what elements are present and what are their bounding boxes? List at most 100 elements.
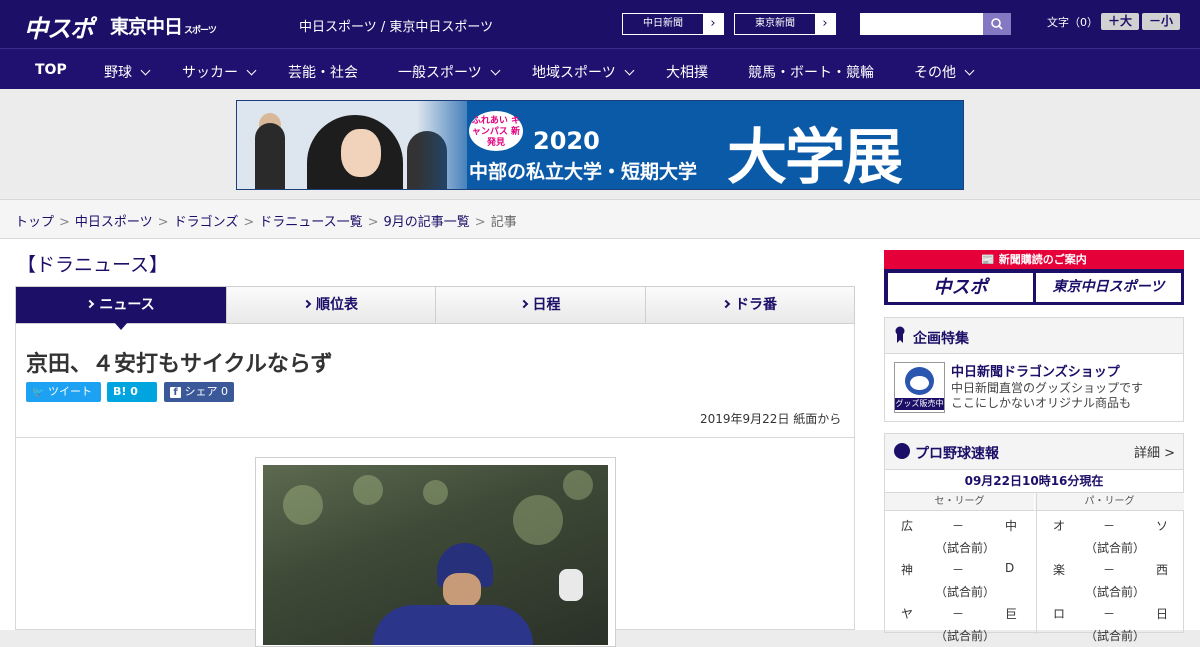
scoreboard-details-link[interactable]: 詳細 > xyxy=(1134,442,1175,461)
nav-item-regional-sports[interactable]: 地域スポーツ xyxy=(532,62,635,82)
game-team: D xyxy=(1005,561,1015,575)
breadcrumb-september[interactable]: 9月の記事一覧 xyxy=(384,215,470,230)
facebook-share-button[interactable]: f シェア 0 xyxy=(164,382,234,402)
chevron-down-icon xyxy=(490,65,501,76)
game-status[interactable]: （試合前） xyxy=(935,583,995,600)
game-score: － xyxy=(952,607,965,621)
nav-item-entertainment[interactable]: 芸能・社会 xyxy=(288,62,358,82)
banner-subtitle: 中部の私立大学・短期大学 xyxy=(469,161,698,183)
search-icon xyxy=(991,18,1003,30)
nav-label: サッカー xyxy=(182,65,238,81)
feature-title: 企画特集 xyxy=(913,331,969,347)
game-team: ソ xyxy=(1156,519,1169,533)
breadcrumb-dora-news[interactable]: ドラニュース一覧 xyxy=(259,215,362,230)
nav-item-other[interactable]: その他 xyxy=(914,62,975,82)
search-input[interactable] xyxy=(860,13,1011,35)
game-status[interactable]: （試合前） xyxy=(935,539,995,556)
nav-item-top[interactable]: TOP xyxy=(35,62,67,78)
chevron-right-icon xyxy=(86,299,95,309)
tweet-label: ツイート xyxy=(47,385,92,398)
chevron-down-icon xyxy=(964,65,975,76)
ad-chuspo-logo[interactable]: 中スポ xyxy=(888,273,1033,302)
shop-desc-line: 中日新聞直営のグッズショップです xyxy=(951,381,1144,395)
breadcrumb-top[interactable]: トップ xyxy=(15,215,54,230)
shop-desc-line: ここにしかないオリジナル商品も xyxy=(951,396,1132,410)
link-label: 中日新聞 xyxy=(643,18,683,29)
shop-name[interactable]: 中日新聞ドラゴンズショップ xyxy=(951,361,1120,380)
game-status[interactable]: （試合前） xyxy=(1085,539,1145,556)
section-title: 【ドラニュース】 xyxy=(17,254,169,276)
tokyo-shimbun-link[interactable]: 東京新聞 › xyxy=(734,13,836,35)
tab-dora-ban[interactable]: ドラ番 xyxy=(646,287,854,323)
chevron-right-icon xyxy=(519,299,528,309)
nav-item-sumo[interactable]: 大相撲 xyxy=(666,62,708,82)
facebook-icon: f xyxy=(170,387,181,398)
divider xyxy=(16,437,854,438)
nav-label: 一般スポーツ xyxy=(398,65,482,81)
search-button[interactable] xyxy=(983,13,1011,35)
chevron-down-icon xyxy=(246,65,257,76)
game-team: 中 xyxy=(1005,519,1018,533)
nav-label: 地域スポーツ xyxy=(532,65,616,81)
nav-label: その他 xyxy=(914,65,956,81)
game-team: ロ xyxy=(1053,607,1066,621)
feature-header: 企画特集 xyxy=(885,318,1183,354)
nav-item-racing[interactable]: 競馬・ボート・競輪 xyxy=(748,62,874,82)
tab-schedule[interactable]: 日程 xyxy=(436,287,646,323)
scoreboard-box: プロ野球速報 詳細 > 09月22日10時16分現在 セ・リーグ パ・リーグ 広… xyxy=(884,433,1184,643)
breadcrumb-dragons[interactable]: ドラゴンズ xyxy=(174,215,239,230)
breadcrumb-chuspo[interactable]: 中日スポーツ xyxy=(75,215,153,230)
tab-label: 日程 xyxy=(532,297,561,313)
main-nav: TOP 野球 サッカー 芸能・社会 一般スポーツ 地域スポーツ 大相撲 競馬・ボ… xyxy=(0,48,1200,89)
font-smaller-button[interactable]: －小 xyxy=(1142,13,1180,30)
chuspo-logo[interactable]: 中スポ xyxy=(24,9,94,44)
nav-item-general-sports[interactable]: 一般スポーツ xyxy=(398,62,501,82)
tab-standings[interactable]: 順位表 xyxy=(227,287,436,323)
tab-news[interactable]: ニュース xyxy=(16,287,227,323)
site-name: 中日スポーツ / 東京中日スポーツ xyxy=(299,20,494,35)
article-tabs: ニュース 順位表 日程 ドラ番 xyxy=(15,286,855,324)
tab-label: ニュース xyxy=(99,297,155,313)
university-fair-banner[interactable]: ふれあい キャンパス 新発見 2020 中部の私立大学・短期大学 大学展 xyxy=(236,100,964,190)
hatena-button[interactable]: B! 0 xyxy=(107,382,157,402)
game-score: － xyxy=(1103,563,1116,577)
chevron-right-icon xyxy=(302,299,312,309)
ad-tokyo-chunichi-logo[interactable]: 東京中日スポーツ xyxy=(1036,273,1181,302)
game-status[interactable]: （試合前） xyxy=(1085,583,1145,600)
logo-sub-text: 東京中日 xyxy=(110,16,183,38)
dragons-shop-image[interactable]: グッズ販売中 xyxy=(894,362,945,413)
feature-box: 企画特集 グッズ販売中 中日新聞ドラゴンズショップ 中日新聞直営のグッズショップ… xyxy=(884,317,1184,422)
breadcrumb-separator: > xyxy=(367,215,379,230)
newspaper-icon: 📰 xyxy=(981,253,995,266)
league-divider xyxy=(1036,493,1037,634)
game-team: オ xyxy=(1053,519,1066,533)
nav-item-baseball[interactable]: 野球 xyxy=(104,62,151,82)
font-size-label: 文字（0） xyxy=(1047,16,1098,29)
breadcrumb-separator: > xyxy=(59,215,70,230)
scoreboard-header: プロ野球速報 詳細 > xyxy=(885,434,1183,469)
chunichi-shimbun-link[interactable]: 中日新聞 › xyxy=(622,13,724,35)
article-date: 2019年9月22日 紙面から xyxy=(700,412,842,426)
scoreboard-timestamp: 09月22日10時16分現在 xyxy=(885,469,1183,493)
game-score: － xyxy=(1103,519,1116,533)
breadcrumb: トップ > 中日スポーツ > ドラゴンズ > ドラニュース一覧 >9月の記事一覧 > 記事 xyxy=(0,199,1200,239)
font-larger-button[interactable]: ＋大 xyxy=(1101,13,1139,30)
tweet-button[interactable]: 🐦 ツイート xyxy=(26,382,101,402)
chevron-down-icon xyxy=(140,65,151,76)
game-score: － xyxy=(952,519,965,533)
game-team: 日 xyxy=(1156,607,1169,621)
article-photo[interactable] xyxy=(263,465,608,645)
link-label: 東京新聞 xyxy=(755,18,795,29)
baseball-icon xyxy=(894,443,910,459)
game-team: ヤ xyxy=(901,607,914,621)
breadcrumb-separator: > xyxy=(157,215,169,230)
game-team: 広 xyxy=(901,519,914,533)
shop-description: 中日新聞直営のグッズショップです ここにしかないオリジナル商品も xyxy=(951,381,1143,411)
breadcrumb-separator: > xyxy=(243,215,255,230)
game-score: － xyxy=(1103,607,1116,621)
banner-year: 2020 xyxy=(533,127,600,155)
tokyo-chunichi-logo[interactable]: 東京中日 スポーツ xyxy=(110,12,217,39)
ribbon-icon xyxy=(895,326,905,344)
nav-item-soccer[interactable]: サッカー xyxy=(182,62,257,82)
scoreboard-title: プロ野球速報 xyxy=(915,446,999,462)
